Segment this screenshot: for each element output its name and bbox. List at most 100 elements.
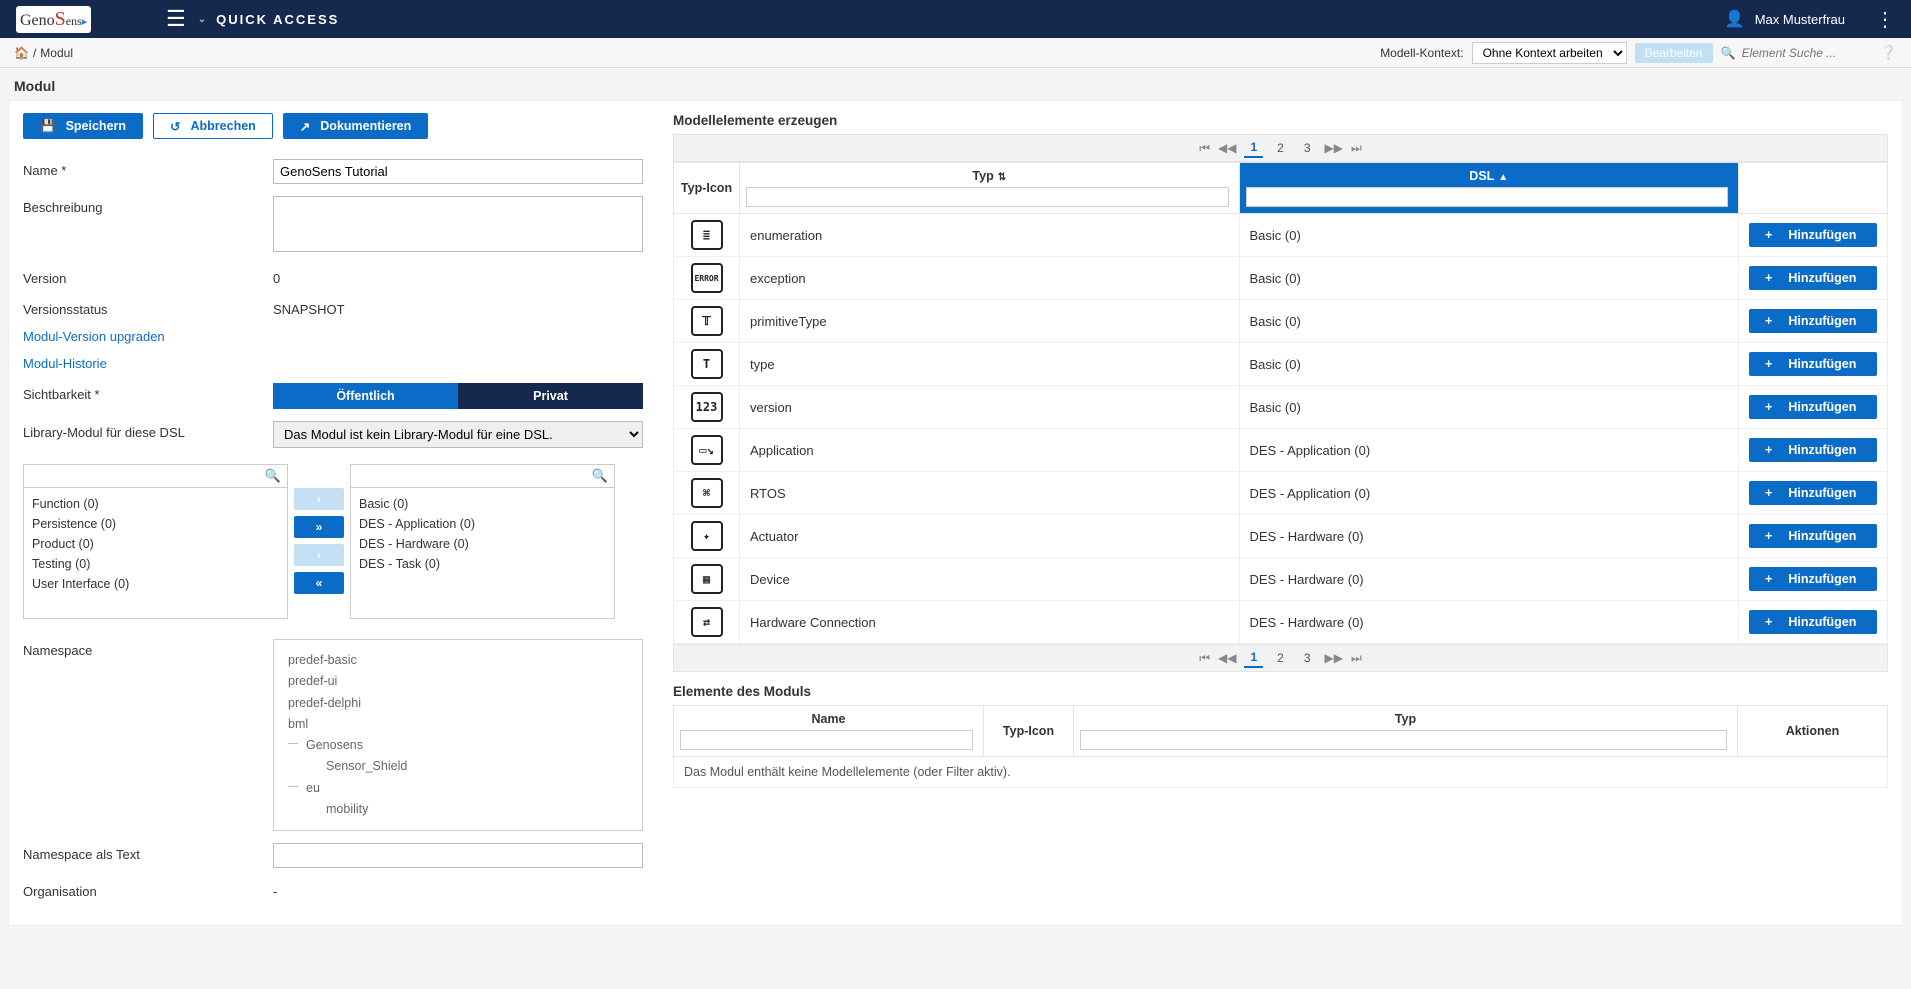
move-left-button[interactable]: ‹ [294, 544, 344, 566]
kebab-menu-icon[interactable]: ⋮ [1875, 7, 1895, 32]
add-button[interactable]: +Hinzufügen [1749, 481, 1877, 505]
pager-next-icon[interactable]: ▶▶ [1325, 141, 1343, 155]
pager-page[interactable]: 1 [1244, 648, 1263, 668]
col-typ[interactable]: Typ⇅ [740, 163, 1240, 214]
pager-last-icon[interactable]: ⏭ [1351, 651, 1362, 666]
picklist-item[interactable]: DES - Hardware (0) [359, 534, 606, 554]
home-icon[interactable]: 🏠 [14, 46, 29, 60]
namespace-text-input[interactable] [273, 843, 643, 868]
dsl-cell: Basic (0) [1239, 343, 1739, 386]
filter-dsl-input[interactable] [1246, 187, 1729, 207]
sort-icon: ⇅ [998, 172, 1006, 183]
me-col-type[interactable]: Typ [1074, 706, 1738, 757]
plus-icon: + [1765, 314, 1772, 328]
picklist-available-search[interactable] [30, 469, 265, 483]
add-button[interactable]: +Hinzufügen [1749, 567, 1877, 591]
quick-access-menu[interactable]: ⌄ QUICK ACCESS [198, 12, 340, 27]
chevron-down-icon: ⌄ [198, 14, 208, 25]
namespace-tree[interactable]: predef-basic predef-ui predef-delphi bml… [273, 639, 643, 831]
picklist-item[interactable]: DES - Application (0) [359, 514, 606, 534]
table-row: 123versionBasic (0)+Hinzufügen [674, 386, 1888, 429]
move-right-button[interactable]: › [294, 488, 344, 510]
ns-item[interactable]: predef-delphi [288, 693, 628, 714]
move-all-right-button[interactable]: » [294, 516, 344, 538]
ns-item[interactable]: mobility [288, 799, 628, 820]
col-actions [1739, 163, 1888, 214]
picklist-item[interactable]: Product (0) [32, 534, 279, 554]
name-input[interactable] [273, 159, 643, 184]
organisation-label: Organisation [23, 880, 273, 899]
pager-first-icon[interactable]: ⏮ [1199, 141, 1210, 156]
plus-icon: + [1765, 271, 1772, 285]
add-button[interactable]: +Hinzufügen [1749, 395, 1877, 419]
breadcrumb-module[interactable]: Modul [40, 46, 73, 60]
picklist-item[interactable]: Persistence (0) [32, 514, 279, 534]
ns-item[interactable]: predef-basic [288, 650, 628, 671]
menu-icon[interactable]: ☰ [166, 6, 186, 32]
type-icon: ▭↘ [691, 435, 723, 465]
visibility-public[interactable]: Öffentlich [273, 383, 458, 409]
picklist-available: 🔍 Function (0)Persistence (0)Product (0)… [23, 464, 288, 619]
picklist-item[interactable]: DES - Task (0) [359, 554, 606, 574]
search-input[interactable] [1742, 46, 1862, 60]
pager-last-icon[interactable]: ⏭ [1351, 141, 1362, 156]
pager-first-icon[interactable]: ⏮ [1199, 651, 1210, 666]
dsl-cell: DES - Hardware (0) [1239, 558, 1739, 601]
add-button[interactable]: +Hinzufügen [1749, 524, 1877, 548]
ns-item[interactable]: predef-ui [288, 671, 628, 692]
edit-button[interactable]: Bearbeiten [1635, 43, 1713, 63]
pager-prev-icon[interactable]: ◀◀ [1218, 651, 1236, 665]
add-button[interactable]: +Hinzufügen [1749, 309, 1877, 333]
me-col-icon: Typ-Icon [984, 706, 1074, 757]
picklist-item[interactable]: Basic (0) [359, 494, 606, 514]
type-icon: ≣ [691, 220, 723, 250]
table-row: ✦ActuatorDES - Hardware (0)+Hinzufügen [674, 515, 1888, 558]
pager-page[interactable]: 2 [1271, 649, 1290, 667]
add-button[interactable]: +Hinzufügen [1749, 610, 1877, 634]
pager-page[interactable]: 2 [1271, 139, 1290, 157]
table-row: ERRORexceptionBasic (0)+Hinzufügen [674, 257, 1888, 300]
picklist-item[interactable]: Function (0) [32, 494, 279, 514]
add-button[interactable]: +Hinzufügen [1749, 438, 1877, 462]
move-all-left-button[interactable]: « [294, 572, 344, 594]
ns-item-expandable[interactable]: eu [288, 778, 628, 799]
context-select[interactable]: Ohne Kontext arbeiten [1472, 42, 1627, 64]
ns-item-expandable[interactable]: Genosens [288, 735, 628, 756]
filter-typ-input[interactable] [746, 187, 1229, 207]
upgrade-version-link[interactable]: Modul-Version upgraden [23, 323, 643, 350]
me-filter-type[interactable] [1080, 730, 1727, 750]
help-icon[interactable]: ❔ [1880, 44, 1897, 61]
empty-message: Das Modul enthält keine Modellelemente (… [674, 757, 1888, 788]
visibility-private[interactable]: Privat [458, 383, 643, 409]
table-row: 𝕋primitiveTypeBasic (0)+Hinzufügen [674, 300, 1888, 343]
me-col-name[interactable]: Name [674, 706, 984, 757]
library-module-select[interactable]: Das Modul ist kein Library-Modul für ein… [273, 421, 643, 448]
document-button[interactable]: ↗ Dokumentieren [283, 113, 428, 139]
module-history-link[interactable]: Modul-Historie [23, 350, 643, 377]
col-dsl[interactable]: DSL▲ [1239, 163, 1739, 214]
add-button[interactable]: +Hinzufügen [1749, 266, 1877, 290]
pager-page[interactable]: 1 [1244, 138, 1263, 158]
module-elements-title: Elemente des Moduls [673, 684, 1888, 699]
description-textarea[interactable] [273, 196, 643, 252]
visibility-toggle[interactable]: Öffentlich Privat [273, 383, 643, 409]
picklist-item[interactable]: User Interface (0) [32, 574, 279, 594]
pager-prev-icon[interactable]: ◀◀ [1218, 141, 1236, 155]
save-button[interactable]: 💾 Speichern [23, 113, 143, 139]
user-name[interactable]: Max Musterfrau [1755, 12, 1845, 27]
breadcrumb[interactable]: 🏠 / Modul [14, 46, 73, 60]
picklist-item[interactable]: Testing (0) [32, 554, 279, 574]
ns-item[interactable]: Sensor_Shield [288, 756, 628, 777]
me-filter-name[interactable] [680, 730, 973, 750]
ns-item[interactable]: bml [288, 714, 628, 735]
pager-page[interactable]: 3 [1298, 649, 1317, 667]
cancel-button[interactable]: ↺ Abbrechen [153, 113, 273, 139]
add-button[interactable]: +Hinzufügen [1749, 223, 1877, 247]
pager-next-icon[interactable]: ▶▶ [1325, 651, 1343, 665]
search-icon: 🔍 [592, 468, 608, 484]
page-title: Modul [0, 68, 1911, 100]
add-button[interactable]: +Hinzufügen [1749, 352, 1877, 376]
picklist-selected-search[interactable] [357, 469, 592, 483]
dsl-cell: Basic (0) [1239, 386, 1739, 429]
pager-page[interactable]: 3 [1298, 139, 1317, 157]
